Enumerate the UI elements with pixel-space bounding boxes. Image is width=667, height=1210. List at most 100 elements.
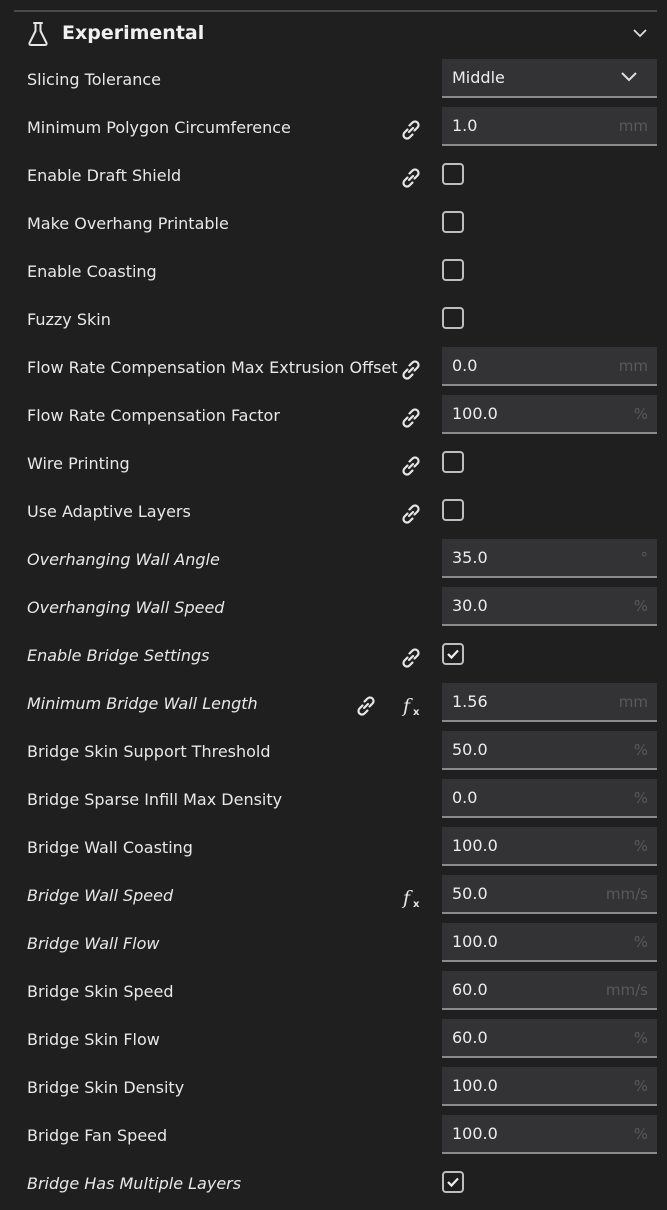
link-icon[interactable] (398, 117, 424, 143)
bridge-skin-speed-input[interactable]: 60.0 mm/s (442, 971, 657, 1010)
field-value: 100.0 (452, 932, 498, 951)
use-adaptive-layers-checkbox[interactable] (442, 499, 464, 521)
setting-slicing-tolerance: Slicing Tolerance Middle (0, 58, 667, 106)
link-icon[interactable] (398, 453, 424, 479)
setting-bridge-has-multiple-layers: Bridge Has Multiple Layers (0, 1162, 667, 1210)
bridge-skin-density-input[interactable]: 100.0 % (442, 1067, 657, 1106)
setting-bridge-fan-speed: Bridge Fan Speed 100.0 % (0, 1114, 667, 1162)
setting-overhanging-wall-speed: Overhanging Wall Speed 30.0 % (0, 586, 667, 634)
field-value: 1.56 (452, 692, 488, 711)
setting-bridge-skin-support-threshold: Bridge Skin Support Threshold 50.0 % (0, 730, 667, 778)
setting-enable-bridge-settings: Enable Bridge Settings (0, 634, 667, 682)
field-value: 100.0 (452, 1124, 498, 1143)
settings-list: Slicing Tolerance Middle Minimum Polygon… (0, 58, 667, 1210)
field-value: 100.0 (452, 1076, 498, 1095)
field-value: 30.0 (452, 596, 488, 615)
bridge-wall-speed-input[interactable]: 50.0 mm/s (442, 875, 657, 914)
field-value: 50.0 (452, 740, 488, 759)
minimum-polygon-circumference-input[interactable]: 1.0 mm (442, 107, 657, 146)
minimum-bridge-wall-length-input[interactable]: 1.56 mm (442, 683, 657, 722)
link-icon[interactable] (398, 501, 424, 527)
setting-overhanging-wall-angle: Overhanging Wall Angle 35.0 ° (0, 538, 667, 586)
setting-label: Fuzzy Skin (27, 310, 111, 329)
overhanging-wall-speed-input[interactable]: 30.0 % (442, 587, 657, 626)
setting-label: Wire Printing (27, 454, 130, 473)
field-value: 100.0 (452, 404, 498, 423)
field-value: 50.0 (452, 884, 488, 903)
slicing-tolerance-select[interactable]: Middle (442, 59, 657, 98)
checkmark-icon (447, 649, 459, 660)
field-value: 0.0 (452, 788, 478, 807)
field-value: 100.0 (452, 836, 498, 855)
field-value: 35.0 (452, 548, 488, 567)
bridge-wall-coasting-input[interactable]: 100.0 % (442, 827, 657, 866)
setting-bridge-sparse-infill-max-density: Bridge Sparse Infill Max Density 0.0 % (0, 778, 667, 826)
setting-wire-printing: Wire Printing (0, 442, 667, 490)
bridge-skin-support-threshold-input[interactable]: 50.0 % (442, 731, 657, 770)
field-unit: mm (618, 117, 648, 135)
setting-label: Bridge Sparse Infill Max Density (27, 790, 283, 809)
setting-label: Bridge Fan Speed (27, 1126, 168, 1145)
setting-flow-rate-comp-factor: Flow Rate Compensation Factor 100.0 % (0, 394, 667, 442)
function-icon[interactable] (400, 693, 426, 719)
field-unit: % (633, 741, 648, 759)
field-unit: mm/s (605, 885, 648, 903)
chevron-down-icon (621, 72, 637, 82)
fuzzy-skin-checkbox[interactable] (442, 307, 464, 329)
field-unit: % (633, 1029, 648, 1047)
field-unit: mm (618, 693, 648, 711)
function-icon[interactable] (400, 885, 426, 911)
setting-label: Flow Rate Compensation Max Extrusion Off… (27, 358, 398, 377)
setting-minimum-bridge-wall-length: Minimum Bridge Wall Length 1.56 mm (0, 682, 667, 730)
select-value: Middle (452, 68, 505, 87)
field-value: 60.0 (452, 1028, 488, 1047)
setting-label: Minimum Bridge Wall Length (27, 694, 258, 713)
field-value: 60.0 (452, 980, 488, 999)
link-icon[interactable] (398, 357, 424, 383)
setting-label: Enable Coasting (27, 262, 157, 281)
setting-flow-rate-comp-max-extrusion-offset: Flow Rate Compensation Max Extrusion Off… (0, 346, 667, 394)
setting-label: Enable Bridge Settings (27, 646, 210, 665)
setting-minimum-polygon-circumference: Minimum Polygon Circumference 1.0 mm (0, 106, 667, 154)
link-icon[interactable] (353, 693, 379, 719)
setting-use-adaptive-layers: Use Adaptive Layers (0, 490, 667, 538)
setting-label: Flow Rate Compensation Factor (27, 406, 280, 425)
wire-printing-checkbox[interactable] (442, 451, 464, 473)
setting-label: Minimum Polygon Circumference (27, 118, 291, 137)
field-unit: % (633, 1077, 648, 1095)
setting-label: Use Adaptive Layers (27, 502, 191, 521)
link-icon[interactable] (398, 165, 424, 191)
field-unit: % (633, 1125, 648, 1143)
field-unit: % (633, 405, 648, 423)
bridge-wall-flow-input[interactable]: 100.0 % (442, 923, 657, 962)
setting-bridge-skin-density: Bridge Skin Density 100.0 % (0, 1066, 667, 1114)
link-icon[interactable] (398, 645, 424, 671)
enable-draft-shield-checkbox[interactable] (442, 163, 464, 185)
setting-label: Overhanging Wall Angle (27, 550, 220, 569)
setting-make-overhang-printable: Make Overhang Printable (0, 202, 667, 250)
chevron-down-icon[interactable] (631, 26, 649, 40)
flask-icon (28, 22, 48, 46)
flow-rate-comp-max-extrusion-offset-input[interactable]: 0.0 mm (442, 347, 657, 386)
make-overhang-printable-checkbox[interactable] (442, 211, 464, 233)
experimental-section-header[interactable]: Experimental (14, 12, 657, 56)
setting-bridge-wall-coasting: Bridge Wall Coasting 100.0 % (0, 826, 667, 874)
checkmark-icon (447, 1177, 459, 1188)
enable-bridge-settings-checkbox[interactable] (442, 643, 464, 665)
overhanging-wall-angle-input[interactable]: 35.0 ° (442, 539, 657, 578)
setting-bridge-skin-speed: Bridge Skin Speed 60.0 mm/s (0, 970, 667, 1018)
field-unit: % (633, 933, 648, 951)
setting-label: Bridge Wall Coasting (27, 838, 193, 857)
bridge-sparse-infill-max-density-input[interactable]: 0.0 % (442, 779, 657, 818)
enable-coasting-checkbox[interactable] (442, 259, 464, 281)
bridge-skin-flow-input[interactable]: 60.0 % (442, 1019, 657, 1058)
setting-label: Make Overhang Printable (27, 214, 229, 233)
flow-rate-comp-factor-input[interactable]: 100.0 % (442, 395, 657, 434)
bridge-has-multiple-layers-checkbox[interactable] (442, 1171, 464, 1193)
setting-label: Bridge Wall Speed (27, 886, 174, 905)
field-unit: % (633, 837, 648, 855)
setting-label: Overhanging Wall Speed (27, 598, 225, 617)
link-icon[interactable] (398, 405, 424, 431)
bridge-fan-speed-input[interactable]: 100.0 % (442, 1115, 657, 1154)
setting-label: Enable Draft Shield (27, 166, 182, 185)
